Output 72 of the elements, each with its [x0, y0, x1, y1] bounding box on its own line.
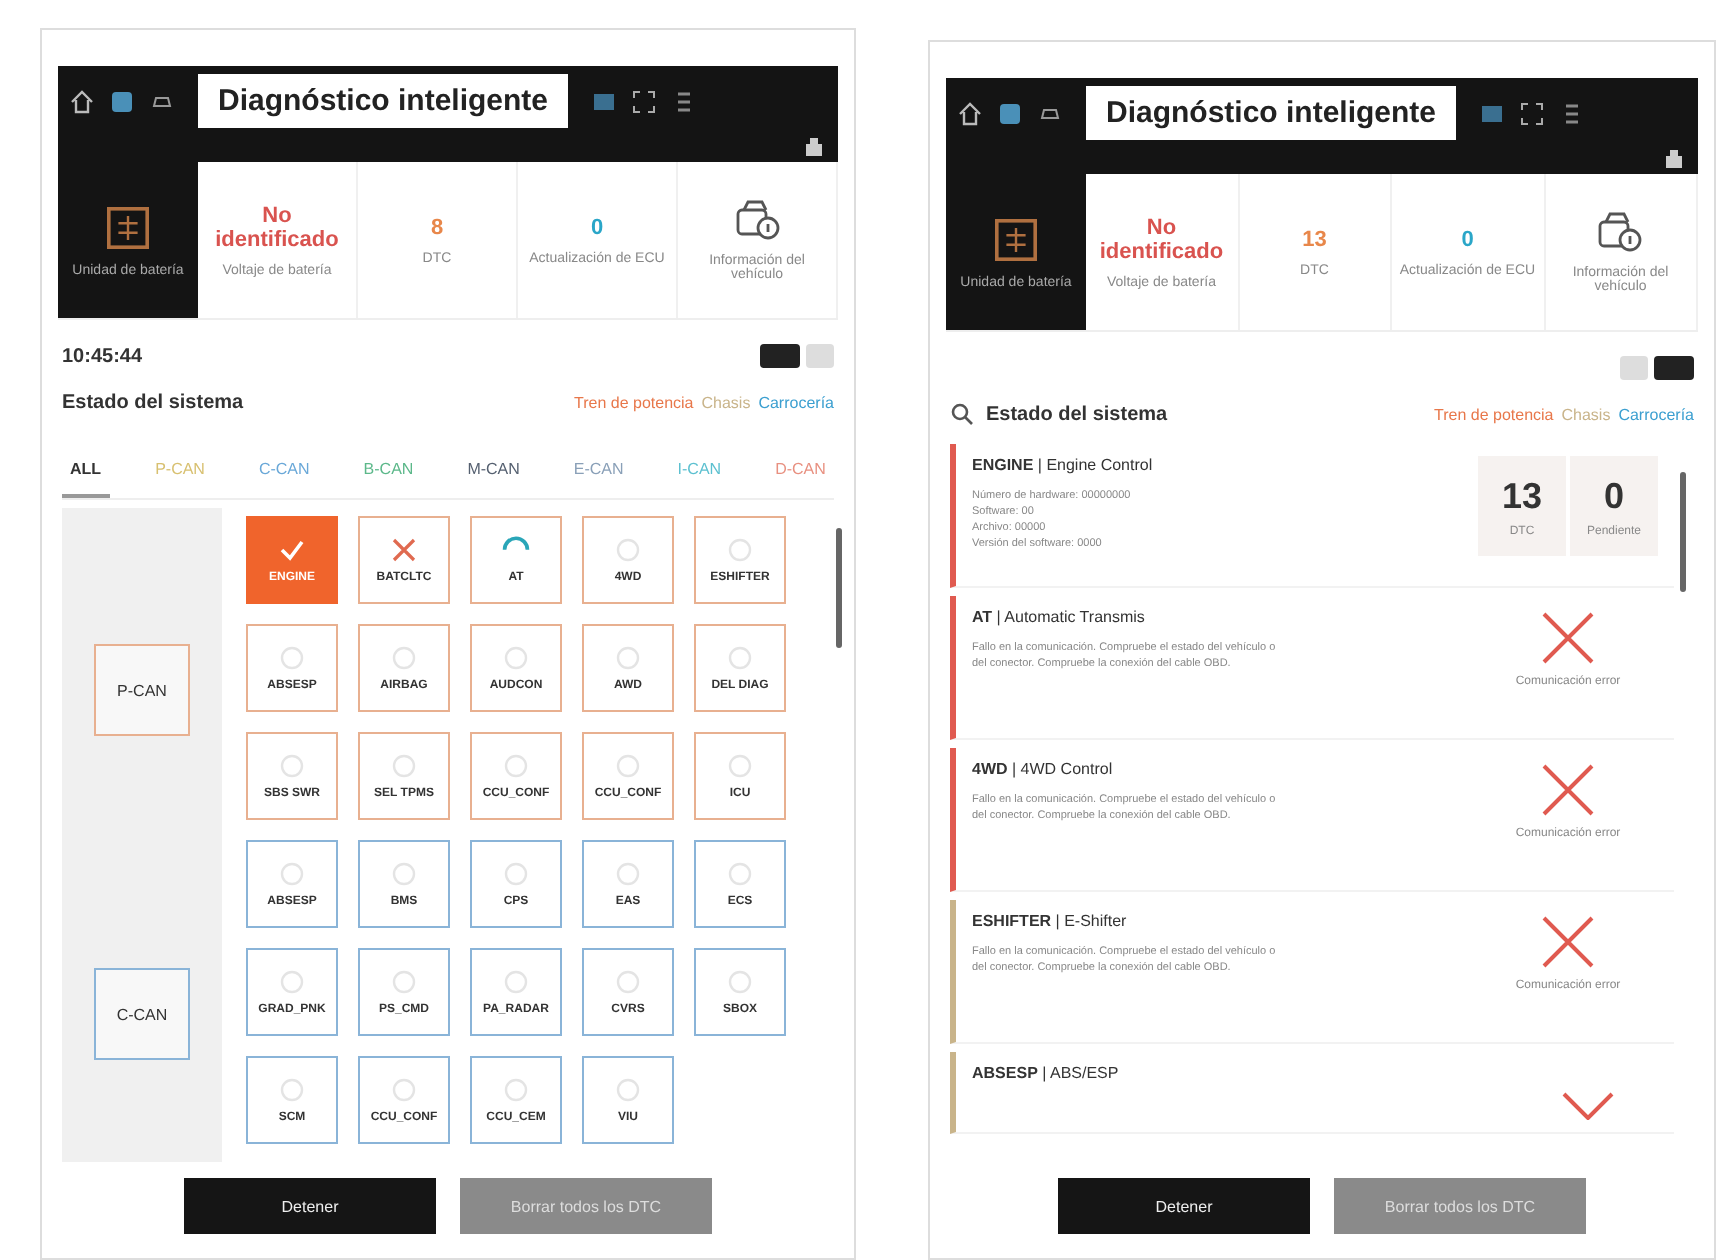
- circle-icon: [614, 968, 642, 996]
- legend-label: Carrocería: [1618, 405, 1694, 423]
- circle-icon: [614, 536, 642, 564]
- circle-icon: [726, 860, 754, 888]
- search-icon[interactable]: [950, 402, 974, 426]
- screen-title: Diagnóstico inteligente: [198, 74, 569, 128]
- circle-icon: [278, 752, 306, 780]
- count-value: 0: [1603, 475, 1624, 517]
- circle-icon: [390, 968, 418, 996]
- circle-icon: [726, 968, 754, 996]
- stop-button[interactable]: Detener: [184, 1178, 436, 1234]
- screen-icon[interactable]: [592, 89, 617, 113]
- bus-tab[interactable]: M-CAN: [459, 444, 528, 498]
- circle-icon: [390, 752, 418, 780]
- screen-title: Diagnóstico inteligente: [1086, 86, 1457, 140]
- module-title: ESHIFTER | E-Shifter: [972, 912, 1129, 930]
- circle-icon: [278, 860, 306, 888]
- spinner-icon: [502, 536, 530, 552]
- home-icon[interactable]: [958, 101, 982, 125]
- circle-icon: [502, 752, 530, 780]
- legend-label: Chasis: [1561, 405, 1611, 423]
- stat-value: 0: [1461, 227, 1474, 251]
- check-icon: [278, 536, 306, 564]
- circle-icon: [726, 536, 754, 564]
- circle-icon: [502, 644, 530, 672]
- app-icon[interactable]: [110, 89, 134, 113]
- stat-value: 13: [1302, 227, 1327, 251]
- circle-icon: [278, 1076, 306, 1104]
- section-title: Estado del sistema: [986, 403, 1168, 425]
- circle-icon: [726, 644, 754, 672]
- bus-node[interactable]: P-CAN: [94, 644, 190, 736]
- circle-icon: [278, 644, 306, 672]
- module-title: ENGINE | Engine Control: [972, 456, 1155, 474]
- stat-value: No identificado: [213, 203, 341, 251]
- home-icon[interactable]: [70, 89, 94, 113]
- module-card[interactable]: ABSESP | ABS/ESP: [950, 1052, 1674, 1134]
- circle-icon: [614, 644, 642, 672]
- bus-tab[interactable]: ALL: [62, 444, 110, 498]
- section-title: Estado del sistema: [62, 391, 244, 413]
- legend-label: Chasis: [701, 393, 751, 411]
- stop-button[interactable]: Detener: [1058, 1178, 1310, 1234]
- legend-label: Carrocería: [758, 393, 834, 411]
- module-title: ABSESP | ABS/ESP: [972, 1064, 1121, 1082]
- count-value: 13: [1501, 475, 1543, 517]
- stat-value: 8: [430, 215, 444, 239]
- app-icon[interactable]: [998, 101, 1022, 125]
- circle-icon: [726, 752, 754, 780]
- module-title: 4WD | 4WD Control: [972, 760, 1115, 778]
- circle-icon: [614, 1076, 642, 1104]
- circle-icon: [390, 644, 418, 672]
- legend-label: Tren de potencia: [574, 393, 694, 411]
- expand-icon[interactable]: [1520, 101, 1545, 125]
- circle-icon: [502, 968, 530, 996]
- vehicle-info-icon[interactable]: [733, 198, 781, 242]
- stat-value: 0: [590, 215, 604, 239]
- screen-icon[interactable]: [1480, 101, 1505, 125]
- expand-icon[interactable]: [632, 89, 657, 113]
- circle-icon: [502, 860, 530, 888]
- scrollbar: [836, 528, 842, 648]
- module-title: AT | Automatic Transmis: [972, 608, 1147, 626]
- bus-node[interactable]: C-CAN: [94, 968, 190, 1060]
- circle-icon: [614, 860, 642, 888]
- scrollbar: [1680, 472, 1686, 592]
- circle-icon: [390, 1076, 418, 1104]
- stat-value: No identificado: [1097, 215, 1226, 263]
- vehicle-info-icon[interactable]: [1596, 210, 1645, 254]
- legend-label: Tren de potencia: [1434, 405, 1554, 423]
- circle-icon: [278, 968, 306, 996]
- circle-icon: [502, 1076, 530, 1104]
- time-text: 10:45:44: [62, 345, 143, 367]
- circle-icon: [390, 860, 418, 888]
- circle-icon: [614, 752, 642, 780]
